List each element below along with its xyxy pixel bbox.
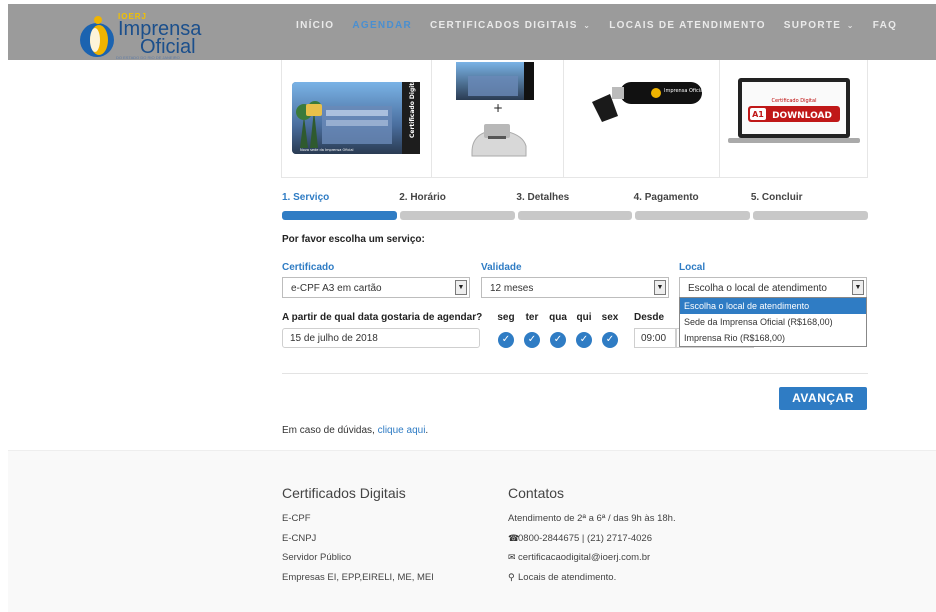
logo-tagline: DO ESTADO DO RIO DE JANEIRO: [116, 55, 180, 60]
step-bar-2: [399, 211, 515, 220]
certificado-select[interactable]: e-CPF A3 em cartão ▼: [282, 277, 470, 298]
local-value: Escolha o local de atendimento: [688, 283, 827, 294]
footer-link-empresas[interactable]: Empresas EI, EPP,EIRELI, ME, MEI: [282, 572, 434, 583]
wizard-steps: 1. Serviço 2. Horário 3. Detalhes 4. Pag…: [282, 192, 868, 220]
top-navbar: IOERJ Imprensa Oficial DO ESTADO DO RIO …: [8, 4, 936, 60]
local-option-escolha[interactable]: Escolha o local de atendimento: [680, 298, 866, 314]
day-label-seg: seg: [497, 312, 515, 323]
local-dropdown-list: Escolha o local de atendimento Sede da I…: [679, 297, 867, 347]
desde-time-input[interactable]: 09:00: [634, 328, 676, 348]
dropdown-arrow-icon: ▼: [654, 280, 666, 295]
chevron-down-icon: ⌄: [579, 21, 592, 30]
logo-emblem-icon: [80, 16, 114, 57]
check-icon[interactable]: ✓: [576, 332, 592, 348]
card-label: Certificado Digital: [409, 77, 416, 138]
a1-badge: A1: [752, 110, 764, 119]
day-label-sex: sex: [601, 312, 619, 323]
check-icon[interactable]: ✓: [524, 332, 540, 348]
main-nav: INÍCIO AGENDAR CERTIFICADOS DIGITAIS ⌄ L…: [296, 20, 897, 31]
envelope-icon: ✉: [508, 552, 516, 562]
date-input[interactable]: 15 de julho de 2018: [282, 328, 480, 348]
step-pagamento: 4. Pagamento: [633, 192, 699, 203]
card-reader-illustration: +: [456, 62, 534, 157]
footer-email[interactable]: ✉ certificacaodigital@ioerj.com.br: [508, 552, 650, 563]
validade-select[interactable]: 12 meses ▼: [481, 277, 669, 298]
nav-inicio[interactable]: INÍCIO: [296, 20, 334, 31]
local-option-imprensa-rio[interactable]: Imprensa Rio (R$168,00): [680, 330, 866, 346]
footer-locations-text: Locais de atendimento.: [518, 572, 617, 583]
footer-phone: ☎0800-2844675 | (21) 2717-4026: [508, 533, 652, 544]
validade-value: 12 meses: [490, 283, 534, 294]
footer-link-ecnpj[interactable]: E-CNPJ: [282, 533, 316, 544]
step-servico: 1. Serviço: [282, 192, 330, 203]
check-icon[interactable]: ✓: [498, 332, 514, 348]
product-download-image[interactable]: Certificado Digital A1 DOWNLOAD: [720, 60, 869, 177]
certificado-value: e-CPF A3 em cartão: [291, 283, 382, 294]
product-token-image[interactable]: Imprensa Oficial: [564, 60, 720, 177]
check-icon[interactable]: ✓: [550, 332, 566, 348]
nav-certificados-label: CERTIFICADOS DIGITAIS: [430, 20, 578, 31]
certificado-label: Certificado: [282, 262, 335, 273]
help-suffix: .: [425, 425, 429, 436]
step-labels: 1. Serviço 2. Horário 3. Detalhes 4. Pag…: [282, 192, 868, 203]
footer-link-ecpf[interactable]: E-CPF: [282, 513, 311, 524]
usb-token-illustration: Imprensa Oficial: [592, 82, 705, 122]
footer-hours: Atendimento de 2ª a 6ª / das 9h às 18h.: [508, 513, 676, 524]
phone-icon: ☎: [508, 533, 520, 543]
nav-locais-de-atendimento[interactable]: LOCAIS DE ATENDIMENTO: [609, 20, 766, 31]
nav-faq[interactable]: FAQ: [873, 20, 897, 31]
help-prefix: Em caso de dúvidas,: [282, 425, 375, 436]
map-marker-icon: ⚲: [508, 572, 515, 582]
step-bar-3: [517, 211, 633, 220]
avancar-button[interactable]: AVANÇAR: [779, 387, 867, 410]
day-label-qui: qui: [576, 312, 592, 323]
step-detalhes: 3. Detalhes: [516, 192, 570, 203]
day-label-qua: qua: [549, 312, 567, 323]
day-label-ter: ter: [525, 312, 539, 323]
step-horario: 2. Horário: [399, 192, 446, 203]
product-images-row: Certificado Digital Nova sede da Imprens…: [281, 60, 868, 178]
imprensa-oficial-logo[interactable]: IOERJ Imprensa Oficial DO ESTADO DO RIO …: [74, 8, 214, 60]
help-link[interactable]: clique aqui: [378, 425, 426, 436]
local-label: Local: [679, 262, 706, 273]
svg-text:+: +: [493, 101, 503, 115]
download-label: DOWNLOAD: [772, 111, 832, 121]
nav-agendar[interactable]: AGENDAR: [352, 20, 412, 31]
divider: [282, 373, 868, 374]
smartcard-illustration: Certificado Digital Nova sede da Imprens…: [292, 77, 420, 154]
service-prompt: Por favor escolha um serviço:: [282, 234, 425, 245]
nav-suporte-label: SUPORTE: [783, 20, 842, 31]
nav-certificados-digitais[interactable]: CERTIFICADOS DIGITAIS ⌄: [430, 20, 591, 31]
local-option-sede[interactable]: Sede da Imprensa Oficial (R$168,00): [680, 314, 866, 330]
a1-download-illustration: Certificado Digital A1 DOWNLOAD: [728, 78, 860, 143]
footer-email-text: certificacaodigital@ioerj.com.br: [518, 552, 651, 563]
footer-locations[interactable]: ⚲ Locais de atendimento.: [508, 572, 616, 583]
footer-phone-text: 0800-2844675 | (21) 2717-4026: [518, 533, 652, 544]
dropdown-arrow-icon: ▼: [852, 280, 864, 295]
step-bar-4: [635, 211, 751, 220]
step-concluir: 5. Concluir: [750, 192, 803, 203]
footer-link-servidor[interactable]: Servidor Público: [282, 552, 351, 563]
chevron-down-icon: ⌄: [843, 21, 855, 30]
footer-certificados-title: Certificados Digitais: [282, 485, 406, 501]
desde-label: Desde: [634, 312, 665, 323]
step-progress: [282, 211, 868, 220]
footer-contatos-title: Contatos: [508, 485, 565, 501]
download-caption: Certificado Digital: [772, 98, 817, 104]
dropdown-arrow-icon: ▼: [455, 280, 467, 295]
product-smartcard-image[interactable]: Certificado Digital Nova sede da Imprens…: [282, 60, 432, 177]
validade-label: Validade: [481, 262, 522, 273]
date-label: A partir de qual data gostaria de agenda…: [282, 312, 483, 323]
token-label: Imprensa Oficial: [664, 88, 705, 94]
step-bar-5: [753, 211, 868, 220]
check-icon[interactable]: ✓: [602, 332, 618, 348]
local-select[interactable]: Escolha o local de atendimento ▼: [679, 277, 867, 298]
help-text: Em caso de dúvidas, clique aqui.: [282, 425, 428, 436]
step-bar-1: [282, 211, 397, 220]
nav-suporte[interactable]: SUPORTE ⌄: [784, 20, 855, 31]
footer: Certificados Digitais E-CPF E-CNPJ Servi…: [8, 450, 936, 612]
product-card-reader-image[interactable]: +: [432, 60, 564, 177]
card-caption: Nova sede da Imprensa Oficial: [300, 148, 354, 152]
